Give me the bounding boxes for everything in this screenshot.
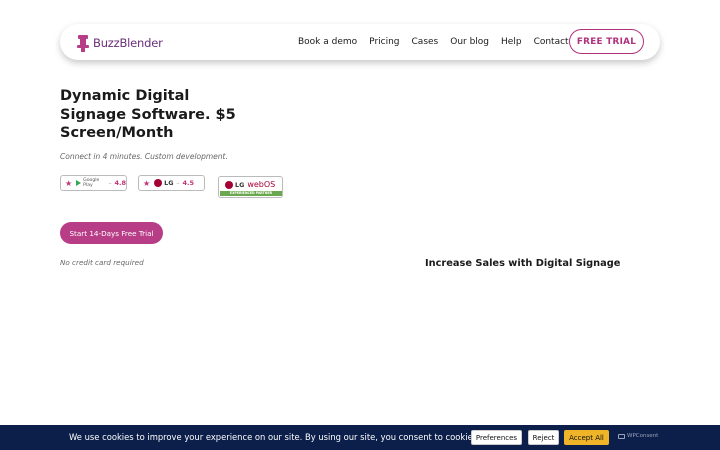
lg-logo-icon (225, 180, 233, 189)
hero-subtitle: Connect in 4 minutes. Custom development… (60, 152, 228, 161)
logo-icon (77, 35, 89, 52)
hero-title: Dynamic Digital Signage Software. $5 Scr… (60, 88, 236, 141)
cookie-preferences-button[interactable]: Preferences (471, 430, 522, 445)
star-icon: ★ (65, 178, 73, 188)
google-play-label: Google Play (83, 178, 100, 188)
separator: – (108, 179, 112, 187)
lg-label: LG (164, 179, 174, 187)
google-play-rating: 4.8 (114, 179, 126, 187)
webos-platform: webOS (247, 180, 276, 189)
webos-partner-badge[interactable]: LG webOS EXPERIENCED PARTNER (218, 176, 283, 198)
wpconsent-brand[interactable]: WPConsent (618, 433, 658, 439)
cookie-reject-button[interactable]: Reject (528, 430, 559, 445)
nav-link-cases[interactable]: Cases (412, 37, 439, 47)
wpconsent-icon (618, 433, 625, 439)
cookie-message: We use cookies to improve your experienc… (69, 432, 480, 442)
lg-logo-icon (154, 179, 163, 187)
wpconsent-label: WPConsent (627, 433, 659, 439)
nav-links: Book a demo Pricing Cases Our blog Help … (298, 24, 594, 60)
brand-name: BuzzBlender (93, 36, 163, 50)
brand-logo[interactable]: BuzzBlender (76, 34, 163, 52)
lg-rating: 4.5 (182, 179, 195, 187)
cookie-accept-button[interactable]: Accept All (564, 430, 609, 445)
nav-link-blog[interactable]: Our blog (450, 37, 489, 47)
top-navbar: BuzzBlender Book a demo Pricing Cases Ou… (60, 24, 660, 60)
free-trial-button[interactable]: FREE TRIAL (569, 29, 644, 54)
separator: – (176, 179, 180, 187)
start-trial-button[interactable]: Start 14-Days Free Trial (60, 222, 163, 244)
side-heading: Increase Sales with Digital Signage (425, 258, 621, 269)
lg-rating-badge[interactable]: ★ LG – 4.5 (138, 175, 205, 191)
no-credit-card-note: No credit card required (60, 258, 144, 267)
webos-partner-tag: EXPERIENCED PARTNER (220, 191, 282, 196)
star-icon: ★ (143, 178, 151, 188)
webos-brand: LG (235, 180, 245, 189)
google-play-icon (76, 180, 82, 186)
nav-link-help[interactable]: Help (501, 37, 522, 47)
nav-link-book-demo[interactable]: Book a demo (298, 37, 357, 47)
cookie-consent-bar: We use cookies to improve your experienc… (0, 425, 720, 450)
nav-link-pricing[interactable]: Pricing (369, 37, 399, 47)
google-play-rating-badge[interactable]: ★ Google Play – 4.8 (60, 175, 127, 191)
